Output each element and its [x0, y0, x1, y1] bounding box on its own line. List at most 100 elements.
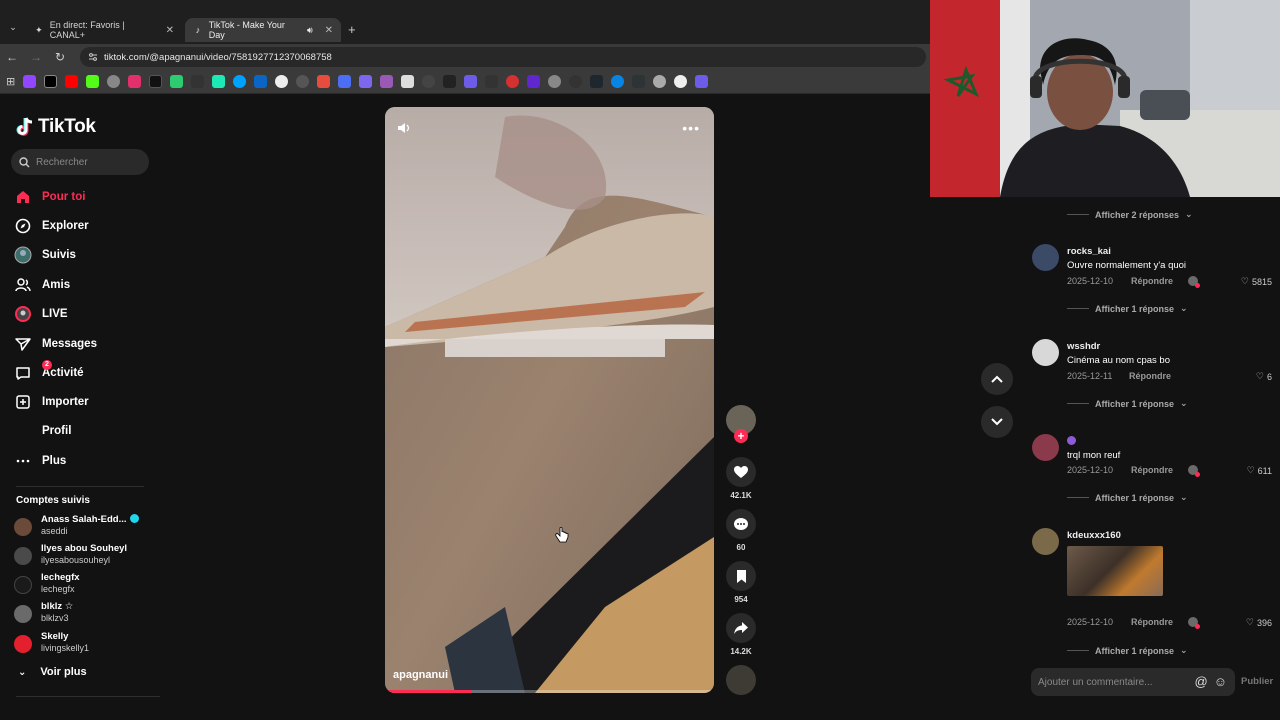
- youtube-bookmark-icon[interactable]: [65, 75, 79, 88]
- view-replies-button[interactable]: Afficher 1 réponse ⌄: [1067, 303, 1267, 314]
- twitch-bookmark-icon[interactable]: [23, 75, 37, 88]
- bookmark-icon[interactable]: [527, 75, 541, 88]
- instagram-bookmark-icon[interactable]: [128, 75, 142, 88]
- tiktok-bookmark-icon[interactable]: [149, 75, 163, 88]
- see-more-button[interactable]: ⌄ Voir plus: [18, 666, 87, 678]
- nav-suivis[interactable]: Suivis: [14, 244, 154, 266]
- view-replies-button[interactable]: Afficher 1 réponse ⌄: [1067, 398, 1267, 409]
- new-tab-button[interactable]: +: [348, 22, 356, 37]
- reply-button[interactable]: Répondre: [1131, 465, 1173, 475]
- nav-live[interactable]: LIVE: [14, 303, 154, 325]
- info-bookmark-icon[interactable]: [275, 75, 289, 88]
- view-replies-button[interactable]: Afficher 2 réponses ⌄: [1067, 209, 1267, 220]
- bookmark-icon[interactable]: [380, 75, 394, 88]
- tab-list-button[interactable]: ⌄: [6, 22, 20, 36]
- bookmark-icon[interactable]: [674, 75, 688, 88]
- follow-plus-icon[interactable]: +: [734, 429, 748, 443]
- bookmark-icon[interactable]: [632, 75, 646, 88]
- avatar[interactable]: [1032, 339, 1059, 366]
- bookmark-icon[interactable]: [401, 75, 415, 88]
- volume-icon[interactable]: [397, 121, 411, 140]
- bookmark-icon[interactable]: [443, 75, 457, 88]
- bookmark-icon[interactable]: [485, 75, 499, 88]
- comment-input[interactable]: Ajouter un commentaire... @ ☺: [1031, 668, 1235, 696]
- nav-messages[interactable]: Messages: [14, 333, 154, 355]
- bookmark-icon[interactable]: [590, 75, 604, 88]
- mention-icon[interactable]: @: [1195, 674, 1208, 689]
- address-bar[interactable]: tiktok.com/@apagnanui/video/758192771237…: [80, 47, 926, 67]
- video-author[interactable]: apagnanui: [393, 669, 448, 681]
- x-bookmark-icon[interactable]: [44, 75, 58, 88]
- followed-account[interactable]: Anass Salah-Edd... aseddi: [14, 514, 154, 538]
- globe-bookmark-icon[interactable]: [107, 75, 121, 88]
- video-progress-bar[interactable]: [385, 690, 714, 693]
- bookmark-icon[interactable]: [422, 75, 436, 88]
- comment-username[interactable]: kdeuxxx160: [1067, 530, 1121, 541]
- browser-tab-canal[interactable]: ✦ En direct: Favoris | CANAL+ ✕: [26, 18, 182, 42]
- nav-activite[interactable]: 2 Activité: [14, 360, 154, 384]
- more-options-icon[interactable]: •••: [682, 120, 700, 136]
- reload-icon[interactable]: ↻: [48, 50, 72, 64]
- close-tab-icon[interactable]: ✕: [166, 25, 174, 36]
- bookmark-icon[interactable]: [359, 75, 373, 88]
- comment-like-button[interactable]: ♡ 5815: [1241, 276, 1272, 287]
- close-tab-icon[interactable]: ✕: [325, 25, 333, 36]
- previous-video-button[interactable]: [981, 363, 1013, 395]
- apps-grid-icon[interactable]: ⊞: [6, 75, 15, 88]
- avatar[interactable]: [1032, 244, 1059, 271]
- bookmark-icon[interactable]: [506, 75, 520, 88]
- save-button[interactable]: 954: [724, 561, 758, 604]
- bookmark-icon[interactable]: [338, 75, 352, 88]
- comment-like-button[interactable]: ♡ 6: [1256, 371, 1272, 382]
- author-avatar-button[interactable]: +: [724, 405, 758, 443]
- video-player[interactable]: ••• apagnanui: [385, 107, 714, 693]
- comment-button[interactable]: 60: [724, 509, 758, 552]
- bookmark-icon[interactable]: [569, 75, 583, 88]
- bookmark-icon[interactable]: [653, 75, 667, 88]
- sound-disc-button[interactable]: [724, 665, 758, 695]
- avatar[interactable]: [1032, 528, 1059, 555]
- bookmark-icon[interactable]: [611, 75, 625, 88]
- bookmark-icon[interactable]: [233, 75, 247, 88]
- green-bookmark-icon[interactable]: [170, 75, 184, 88]
- forward-icon[interactable]: →: [24, 50, 48, 64]
- nav-plus[interactable]: Plus: [14, 450, 154, 472]
- avatar[interactable]: [1032, 434, 1059, 461]
- next-video-button[interactable]: [981, 406, 1013, 438]
- bookmark-icon[interactable]: [296, 75, 310, 88]
- comment-image[interactable]: [1067, 546, 1163, 596]
- followed-account[interactable]: Ilyes abou Souheyl ilyesabousouheyl: [14, 543, 154, 567]
- view-replies-button[interactable]: Afficher 1 réponse ⌄: [1067, 645, 1267, 656]
- followed-account[interactable]: Skelly livingskelly1: [14, 631, 154, 655]
- nav-profil[interactable]: Profil: [14, 420, 154, 442]
- bookmark-icon[interactable]: [212, 75, 226, 88]
- comment-like-button[interactable]: ♡ 611: [1247, 465, 1272, 476]
- nav-importer[interactable]: Importer: [14, 391, 154, 413]
- bookmark-icon[interactable]: [464, 75, 478, 88]
- comment-like-button[interactable]: ♡ 396: [1246, 617, 1272, 628]
- comment-username[interactable]: rocks_kai: [1067, 246, 1111, 257]
- comment-username[interactable]: wsshdr: [1067, 341, 1100, 352]
- speaker-icon[interactable]: 🔊︎: [307, 25, 313, 36]
- reply-button[interactable]: Répondre: [1131, 617, 1173, 627]
- bookmark-icon[interactable]: [695, 75, 709, 88]
- back-icon[interactable]: ←: [0, 50, 24, 64]
- bookmark-icon[interactable]: [548, 75, 562, 88]
- site-info-icon[interactable]: [88, 52, 98, 62]
- followed-account[interactable]: lechegfx lechegfx: [14, 572, 154, 596]
- nav-pour-toi[interactable]: Pour toi: [14, 186, 154, 208]
- tiktok-logo[interactable]: TikTok: [16, 116, 96, 138]
- nav-amis[interactable]: Amis: [14, 274, 154, 296]
- nav-explorer[interactable]: Explorer: [14, 215, 154, 237]
- reply-button[interactable]: Répondre: [1129, 371, 1171, 381]
- linkedin-bookmark-icon[interactable]: [254, 75, 268, 88]
- reply-button[interactable]: Répondre: [1131, 276, 1173, 286]
- browser-tab-tiktok[interactable]: ♪ TikTok - Make Your Day 🔊︎ ✕: [185, 18, 341, 42]
- bookmark-icon[interactable]: [191, 75, 205, 88]
- publish-button[interactable]: Publier: [1241, 676, 1273, 687]
- kick-bookmark-icon[interactable]: [86, 75, 100, 88]
- emoji-icon[interactable]: ☺: [1214, 674, 1227, 689]
- search-input[interactable]: Rechercher: [11, 149, 149, 175]
- view-replies-button[interactable]: Afficher 1 réponse ⌄: [1067, 492, 1267, 503]
- like-button[interactable]: 42.1K: [724, 457, 758, 500]
